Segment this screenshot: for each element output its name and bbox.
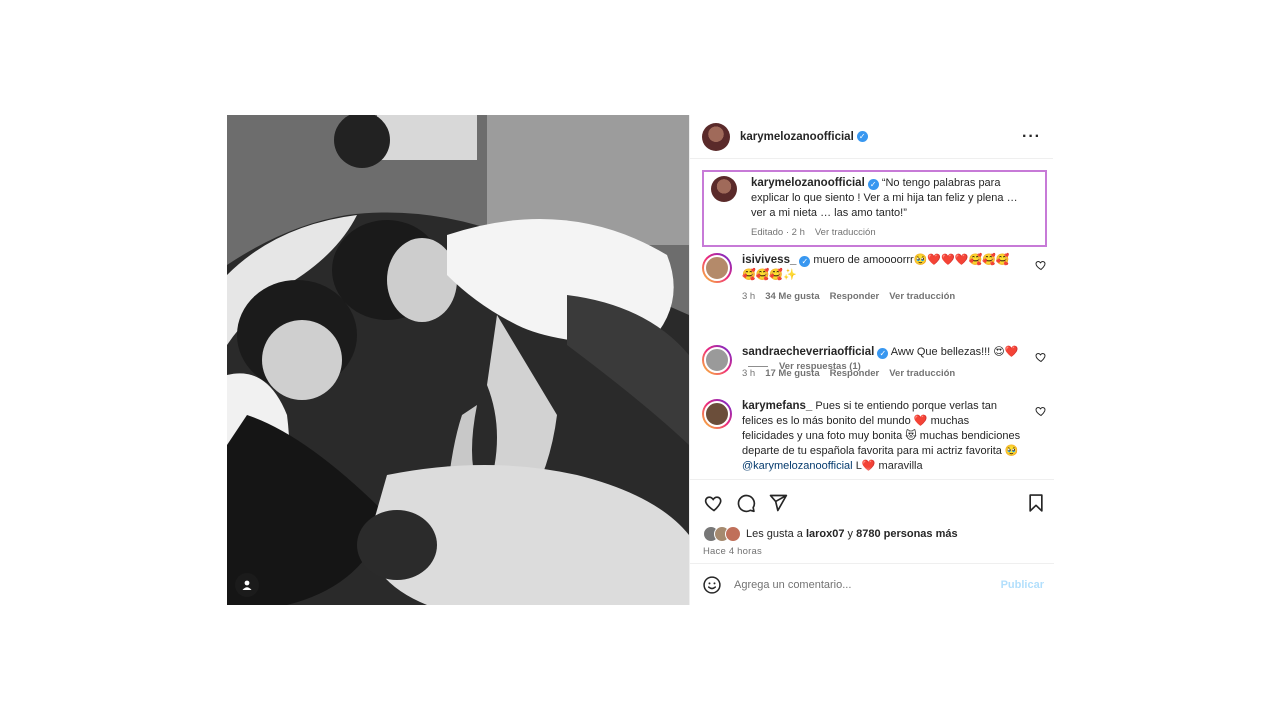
likes-user-link[interactable]: larox07 xyxy=(806,528,845,540)
reply-button[interactable]: Responder xyxy=(830,289,880,304)
scroll-fade xyxy=(690,467,1054,479)
more-options-icon[interactable]: ··· xyxy=(1022,128,1041,146)
share-icon[interactable] xyxy=(768,493,788,513)
photo-scene xyxy=(227,115,689,605)
instagram-post: karymelozanoofficial ✓ ··· karymelozanoo… xyxy=(227,115,1054,605)
comments-list: karymelozanoofficial ✓ “No tengo palabras… xyxy=(690,159,1054,479)
comment-time: 3 h xyxy=(742,368,756,379)
comment-input[interactable] xyxy=(734,578,1001,591)
caption-avatar[interactable] xyxy=(711,176,737,202)
heart-icon[interactable] xyxy=(704,493,724,513)
comment-avatar[interactable] xyxy=(702,345,732,375)
likes-others-link[interactable]: 8780 personas más xyxy=(856,528,958,540)
bookmark-icon[interactable] xyxy=(1026,493,1046,513)
author-avatar[interactable] xyxy=(702,122,730,151)
user-tag-icon xyxy=(242,580,252,590)
add-comment-bar: Publicar xyxy=(690,563,1054,605)
comment-text: Aww Que bellezas!!! 😍❤️ xyxy=(890,346,1019,358)
likes-summary: Les gusta a larox07 y 8780 personas más xyxy=(703,526,958,542)
comment-username[interactable]: karymefans_ xyxy=(742,400,812,412)
emoji-icon[interactable] xyxy=(702,575,722,595)
verified-badge-icon: ✓ xyxy=(877,348,889,359)
post-time: Hace 4 horas xyxy=(703,546,762,557)
comment-avatar[interactable] xyxy=(702,399,732,429)
publish-button[interactable]: Publicar xyxy=(1001,579,1044,591)
comment-avatar[interactable] xyxy=(702,253,732,283)
author-username[interactable]: karymelozanoofficial xyxy=(740,131,854,143)
post-photo[interactable] xyxy=(227,115,689,605)
user-tag-button[interactable] xyxy=(235,573,259,597)
verified-badge-icon: ✓ xyxy=(867,179,879,190)
post-header: karymelozanoofficial ✓ ··· xyxy=(690,115,1053,159)
caption-translate-link[interactable]: Ver traducción xyxy=(815,225,876,240)
comment-time: 3 h xyxy=(742,291,756,302)
comment-like-heart-icon[interactable] xyxy=(1035,405,1047,417)
likes-conj: y xyxy=(847,528,854,540)
translate-link[interactable]: Ver traducción xyxy=(889,366,955,381)
comment-item: karymefans_ Pues si te entiendo porque v… xyxy=(702,399,1047,474)
comment-likes[interactable]: 34 Me gusta xyxy=(765,289,819,304)
caption-edited: Editado · 2 h xyxy=(751,227,805,238)
comment-like-heart-icon[interactable] xyxy=(1035,259,1047,271)
comment-item: isivivess_ ✓ muero de amoooorrr🥹❤️❤️❤️🥰🥰🥰… xyxy=(702,253,1047,304)
comment-like-heart-icon[interactable] xyxy=(1035,351,1047,363)
translate-link[interactable]: Ver traducción xyxy=(889,289,955,304)
liker-avatar xyxy=(725,526,741,542)
comment-icon[interactable] xyxy=(736,493,756,513)
caption-username[interactable]: karymelozanoofficial xyxy=(751,177,865,189)
reply-button[interactable]: Responder xyxy=(830,366,880,381)
comment-likes[interactable]: 17 Me gusta xyxy=(765,366,819,381)
likes-prefix: Les gusta a xyxy=(746,528,803,540)
comment-item: sandraecheverriaofficial ✓ Aww Que bellez… xyxy=(702,345,1047,381)
verified-badge-icon: ✓ xyxy=(856,131,868,142)
verified-badge-icon: ✓ xyxy=(799,256,811,267)
post-side-panel: karymelozanoofficial ✓ ··· karymelozanoo… xyxy=(689,115,1054,605)
comment-username[interactable]: isivivess_ xyxy=(742,254,796,266)
comment-username[interactable]: sandraecheverriaofficial xyxy=(742,346,874,358)
caption: karymelozanoofficial ✓ “No tengo palabras… xyxy=(702,170,1047,247)
